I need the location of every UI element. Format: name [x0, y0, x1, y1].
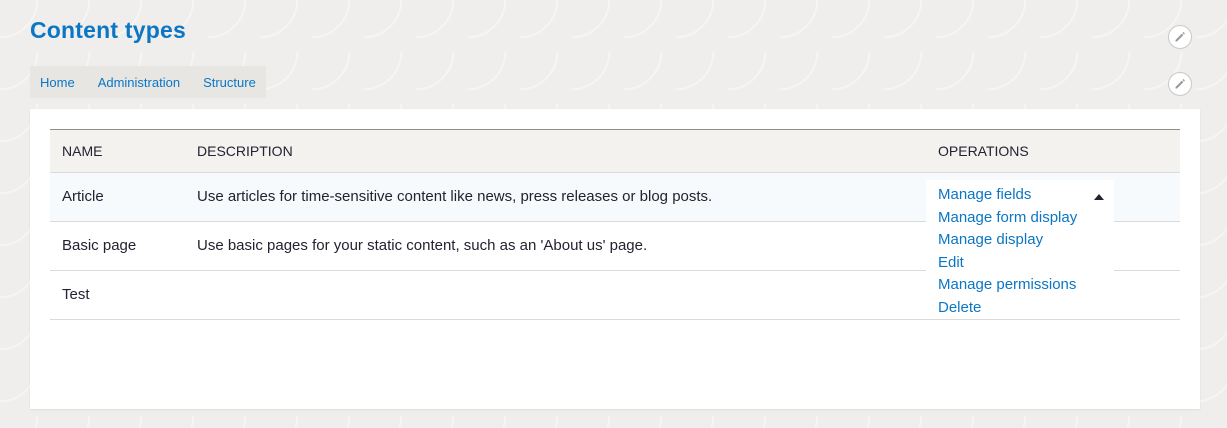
breadcrumb-home[interactable]: Home [40, 75, 75, 90]
manage-fields-link[interactable]: Manage fields [938, 184, 1114, 207]
pencil-icon [1175, 79, 1185, 89]
table-header: NAME DESCRIPTION OPERATIONS [50, 129, 1180, 173]
page-title: Content types [30, 17, 186, 43]
contextual-edit-button[interactable] [1168, 72, 1192, 96]
column-header-description: DESCRIPTION [197, 143, 293, 159]
column-header-operations: OPERATIONS [938, 143, 1029, 159]
row-name: Article [62, 188, 104, 205]
contextual-edit-button[interactable] [1168, 25, 1192, 49]
operations-dropdown: Manage fields Manage form display Manage… [926, 180, 1114, 319]
row-name: Basic page [62, 237, 137, 254]
breadcrumb: Home Administration Structure [30, 66, 266, 98]
delete-link[interactable]: Delete [938, 297, 1114, 320]
pencil-icon [1175, 32, 1185, 42]
edit-link[interactable]: Edit [938, 252, 1114, 275]
breadcrumb-administration[interactable]: Administration [98, 75, 180, 90]
column-header-name[interactable]: NAME [62, 143, 102, 159]
manage-permissions-link[interactable]: Manage permissions [938, 274, 1114, 297]
row-description: Use articles for time-sensitive content … [197, 188, 713, 205]
row-description: Use basic pages for your static content,… [197, 237, 648, 254]
row-name: Test [62, 286, 90, 303]
breadcrumb-structure[interactable]: Structure [203, 75, 256, 90]
dropdown-toggle-caret-icon[interactable] [1094, 194, 1104, 200]
manage-form-display-link[interactable]: Manage form display [938, 207, 1114, 230]
manage-display-link[interactable]: Manage display [938, 229, 1114, 252]
